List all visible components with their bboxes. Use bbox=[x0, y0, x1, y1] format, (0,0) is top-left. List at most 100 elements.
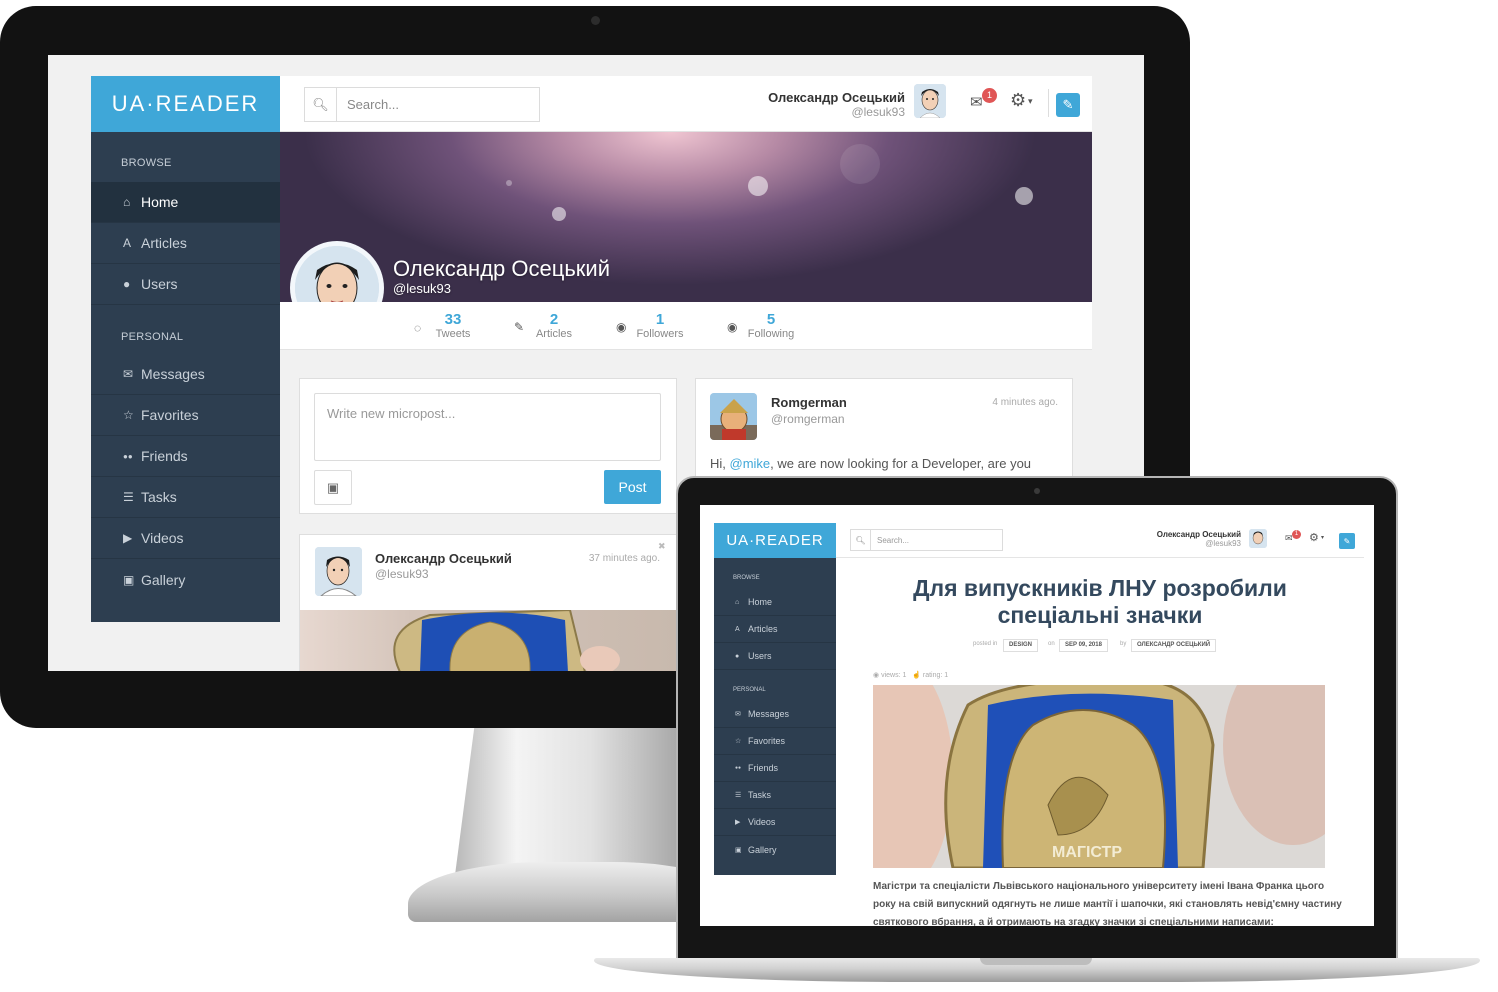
sidebar-item-articles[interactable]: A Articles bbox=[91, 223, 280, 264]
sidebar-item-messages[interactable]: ✉ Messages bbox=[91, 354, 280, 395]
sidebar-item-tasks[interactable]: ☰ Tasks bbox=[714, 782, 836, 809]
logo[interactable]: UA·READER bbox=[91, 76, 280, 132]
sidebar-item-favorites[interactable]: ☆ Favorites bbox=[714, 728, 836, 755]
sidebar-item-friends[interactable]: ●● Friends bbox=[91, 436, 280, 477]
font-icon: A bbox=[735, 625, 740, 633]
sidebar-item-friends[interactable]: ●● Friends bbox=[714, 755, 836, 782]
sidebar-item-users[interactable]: ● Users bbox=[714, 643, 836, 670]
image-icon: ▣ bbox=[735, 846, 742, 854]
views-count: views: 1 bbox=[881, 672, 907, 679]
compose-button[interactable]: ✎ bbox=[1056, 93, 1080, 117]
feed-author-handle[interactable]: @lesuk93 bbox=[375, 567, 429, 581]
feed-text-part: , we are now looking for a Developer, ar… bbox=[770, 456, 1032, 471]
sidebar-item-gallery[interactable]: ▣ Gallery bbox=[91, 559, 280, 600]
gear-icon[interactable]: ⚙ bbox=[1309, 531, 1319, 544]
sidebar-item-messages[interactable]: ✉ Messages bbox=[714, 701, 836, 728]
sidebar-item-label: Articles bbox=[748, 624, 778, 634]
stat-following-label[interactable]: Following bbox=[741, 328, 801, 340]
chevron-down-icon[interactable]: ▾ bbox=[1028, 96, 1033, 107]
user-name[interactable]: Олександр Осецький bbox=[768, 90, 905, 105]
sidebar-item-label: Home bbox=[141, 194, 179, 210]
stat-articles-value[interactable]: 2 bbox=[524, 311, 584, 328]
mention-link[interactable]: @mike bbox=[730, 456, 771, 471]
stat-articles-label[interactable]: Articles bbox=[524, 328, 584, 340]
feed-photo[interactable] bbox=[300, 610, 676, 671]
author-tag[interactable]: ОЛЕКСАНДР ОСЕЦЬКИЙ bbox=[1131, 639, 1217, 652]
feed-author-name[interactable]: Олександр Осецький bbox=[375, 551, 512, 566]
by-label: by bbox=[1120, 641, 1127, 647]
post-button[interactable]: Post bbox=[604, 470, 661, 504]
user-icon: ● bbox=[735, 652, 740, 660]
stat-followers-label[interactable]: Followers bbox=[630, 328, 690, 340]
users-icon: ●● bbox=[123, 451, 133, 461]
search-input[interactable]: Search... bbox=[347, 97, 399, 112]
sidebar-item-label: Videos bbox=[141, 530, 184, 546]
feed-timestamp: 4 minutes ago. bbox=[992, 397, 1058, 408]
divider bbox=[1048, 89, 1049, 117]
laptop-notch bbox=[980, 958, 1092, 965]
feed-author-handle[interactable]: @romgerman bbox=[771, 412, 845, 426]
nav-heading-browse: BROWSE bbox=[733, 575, 760, 581]
feed-text-part: Hi, bbox=[710, 456, 730, 471]
font-icon: A bbox=[123, 236, 132, 250]
feed-timestamp: 37 minutes ago. bbox=[588, 553, 660, 564]
search-icon[interactable]: 🔍︎ bbox=[851, 530, 871, 550]
sidebar-item-tasks[interactable]: ☰ Tasks bbox=[91, 477, 280, 518]
video-icon: ▶ bbox=[123, 531, 133, 545]
chevron-down-icon[interactable]: ▾ bbox=[1321, 534, 1324, 541]
sidebar-item-videos[interactable]: ▶ Videos bbox=[714, 809, 836, 836]
feed-author-name[interactable]: Romgerman bbox=[771, 395, 847, 410]
feed-text: Hi, @mike, we are now looking for a Deve… bbox=[710, 456, 1031, 471]
sidebar-item-label: Gallery bbox=[141, 571, 186, 588]
sidebar-item-users[interactable]: ● Users bbox=[91, 264, 280, 305]
sidebar-item-label: Articles bbox=[141, 235, 187, 251]
profile-handle: @lesuk93 bbox=[393, 281, 452, 296]
image-icon: ▣ bbox=[123, 572, 135, 587]
profile-name: Олександр Осецький bbox=[393, 256, 610, 281]
stat-following-value[interactable]: 5 bbox=[741, 311, 801, 328]
stat-tweets-value[interactable]: 33 bbox=[423, 311, 483, 328]
comment-icon: ◌ bbox=[414, 321, 422, 335]
messages-badge: 1 bbox=[1292, 530, 1301, 539]
search-box[interactable]: 🔍︎ Search... bbox=[304, 87, 540, 122]
sidebar-item-label: Gallery bbox=[748, 844, 777, 855]
sidebar-item-gallery[interactable]: ▣ Gallery bbox=[714, 836, 836, 863]
sidebar-item-home[interactable]: ⌂ Home bbox=[91, 182, 280, 223]
sidebar-item-favorites[interactable]: ☆ Favorites bbox=[91, 395, 280, 436]
rating-count: rating: 1 bbox=[922, 672, 949, 679]
user-handle: @lesuk93 bbox=[1205, 539, 1241, 548]
posted-in-label: posted in bbox=[973, 641, 998, 647]
category-tag[interactable]: DESIGN bbox=[1003, 639, 1039, 652]
attach-image-button[interactable]: ▣ bbox=[314, 470, 352, 505]
envelope-icon[interactable]: ✉ bbox=[970, 93, 983, 111]
users-icon: ●● bbox=[735, 765, 742, 771]
search-input[interactable]: Search... bbox=[877, 536, 909, 545]
sidebar-item-videos[interactable]: ▶ Videos bbox=[91, 518, 280, 559]
search-box[interactable]: 🔍︎ Search... bbox=[850, 529, 1003, 551]
sidebar-item-label: Tasks bbox=[141, 489, 177, 505]
home-icon: ⌂ bbox=[735, 598, 740, 606]
avatar[interactable] bbox=[315, 547, 362, 596]
user-name[interactable]: Олександр Осецький bbox=[1157, 530, 1241, 539]
article-body: Магістри та спеціалісти Львівського наці… bbox=[873, 881, 1342, 926]
article-image[interactable]: МАГІСТР bbox=[873, 685, 1325, 868]
avatar[interactable] bbox=[1249, 529, 1267, 548]
gear-icon[interactable]: ⚙ bbox=[1010, 90, 1026, 111]
badge-text: МАГІСТР bbox=[1052, 844, 1122, 861]
search-icon[interactable]: 🔍︎ bbox=[305, 88, 337, 121]
avatar[interactable] bbox=[914, 84, 946, 118]
close-icon[interactable]: ✖ bbox=[658, 541, 666, 552]
laptop-camera bbox=[1034, 488, 1040, 494]
logo[interactable]: UA·READER bbox=[714, 523, 836, 558]
pencil-icon: ✎ bbox=[1062, 97, 1074, 112]
avatar[interactable] bbox=[710, 393, 757, 440]
micropost-input[interactable]: Write new micropost... bbox=[314, 393, 661, 461]
sidebar-item-home[interactable]: ⌂ Home bbox=[714, 589, 836, 616]
stat-tweets-label[interactable]: Tweets bbox=[423, 328, 483, 340]
stat-followers-value[interactable]: 1 bbox=[630, 311, 690, 328]
sidebar-item-label: Users bbox=[748, 651, 772, 661]
sidebar-item-articles[interactable]: A Articles bbox=[714, 616, 836, 643]
sidebar-item-label: Users bbox=[141, 276, 178, 292]
compose-button[interactable]: ✎ bbox=[1339, 533, 1355, 549]
list-icon: ☰ bbox=[123, 490, 134, 504]
